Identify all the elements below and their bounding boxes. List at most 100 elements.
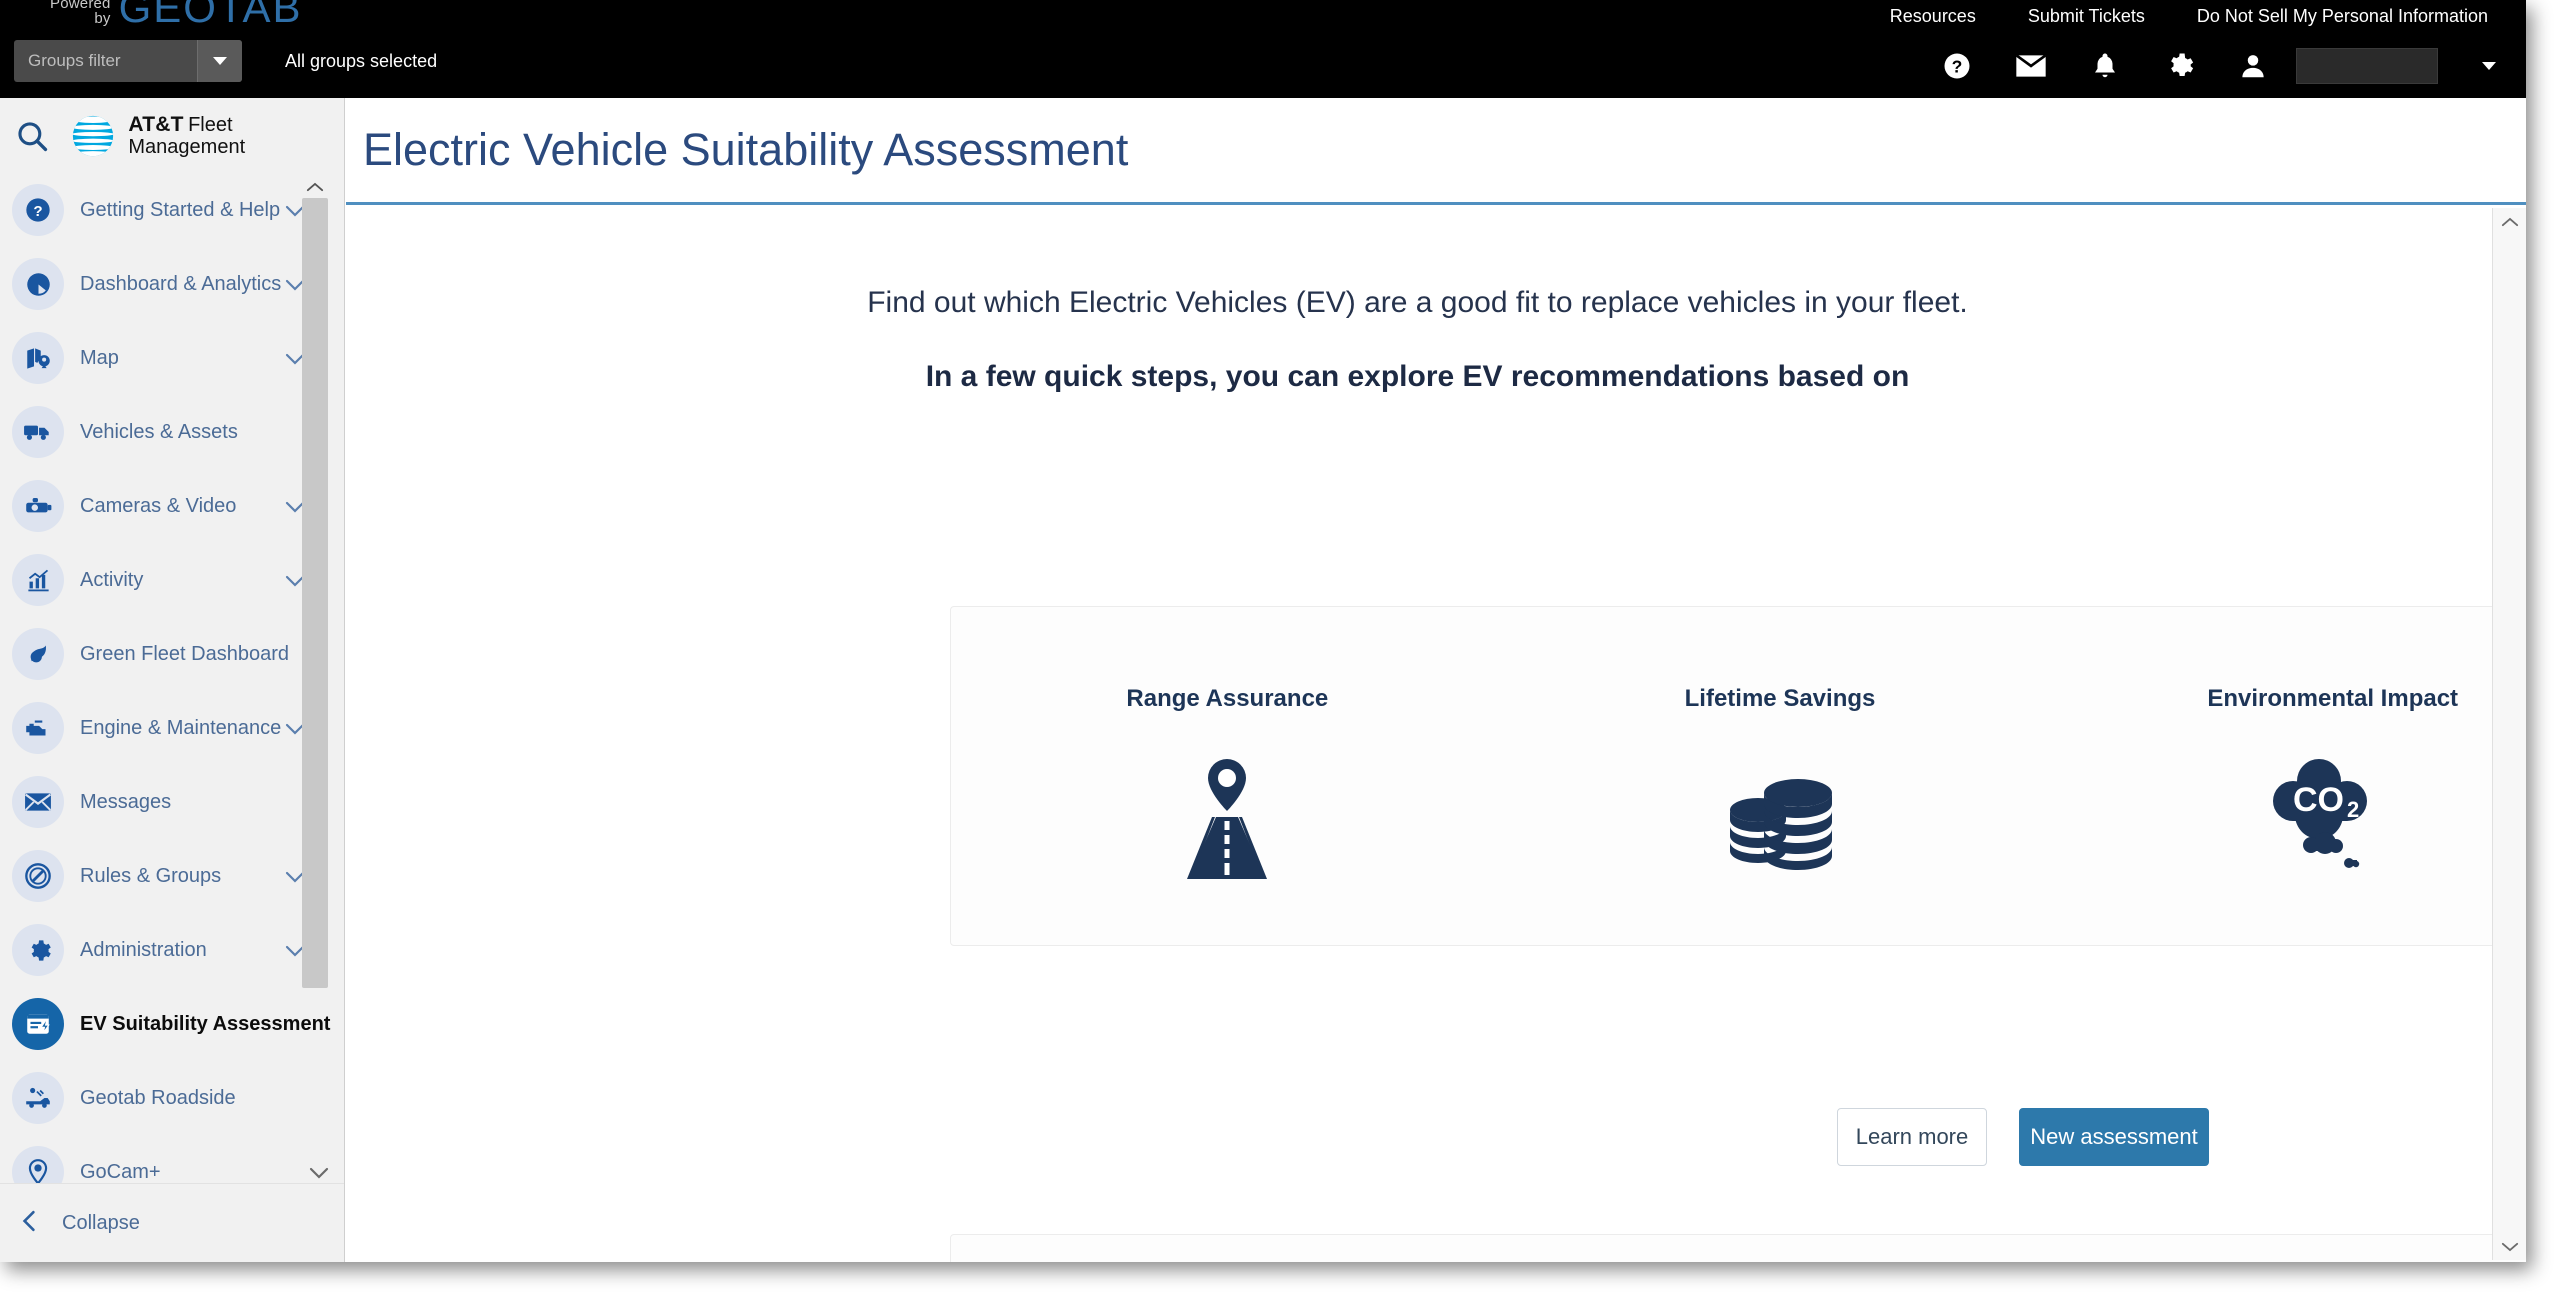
sidebar-item-label: Map (80, 346, 119, 369)
sidebar-item-label: Dashboard & Analytics (80, 272, 282, 295)
help-icon[interactable]: ? (1940, 49, 1974, 83)
sidebar-item-messages[interactable]: Messages (0, 765, 345, 839)
sidebar-item-map[interactable]: Map (0, 321, 345, 395)
co2-cloud-icon: CO 2 (2263, 753, 2403, 883)
main-scrollbar[interactable] (2492, 208, 2526, 1260)
feature-title: Lifetime Savings (1684, 685, 1876, 712)
sidebar-item-getting-started-help[interactable]: ? Getting Started & Help (0, 173, 345, 247)
att-globe-icon (70, 113, 116, 159)
truck-icon (12, 406, 64, 458)
svg-text:2: 2 (2347, 797, 2359, 822)
feature-title: Environmental Impact (2207, 685, 2459, 712)
att-brand: AT&T Fleet Management (70, 113, 344, 159)
sidebar-collapse-label: Collapse (62, 1211, 140, 1234)
feature-environmental-impact: Environmental Impact CO 2 (2056, 607, 2526, 945)
sidebar-item-administration[interactable]: Administration (0, 913, 345, 987)
new-assessment-button[interactable]: New assessment (2019, 1108, 2209, 1166)
sidebar-item-vehicles-assets[interactable]: Vehicles & Assets (0, 395, 345, 469)
mail-icon[interactable] (2014, 49, 2048, 83)
geotab-brand: Powered by GEOTAB (50, 0, 303, 32)
map-icon (12, 332, 64, 384)
groups-filter-dropdown-button[interactable] (198, 40, 242, 82)
sidebar-item-label: Green Fleet Dashboard (80, 642, 290, 665)
groups-filter-input[interactable]: Groups filter (14, 51, 197, 71)
user-name-field[interactable] (2296, 48, 2438, 84)
top-bar-icons: ? (1940, 44, 2496, 88)
svg-text:?: ? (33, 203, 42, 220)
road-pin-icon (1167, 753, 1287, 883)
svg-text:CO: CO (2293, 781, 2344, 819)
powered-by-text: Powered by (50, 0, 111, 32)
sidebar-header: AT&T Fleet Management (0, 98, 344, 173)
sidebar-item-label: Rules & Groups (80, 864, 222, 887)
top-links: Resources Submit Tickets Do Not Sell My … (1890, 2, 2488, 30)
dashcam-icon (12, 480, 64, 532)
engine-icon (12, 702, 64, 754)
sidebar-item-label: Engine & Maintenance (80, 716, 282, 739)
gocam-pin-icon (12, 1146, 64, 1183)
sidebar-item-dashboard-analytics[interactable]: Dashboard & Analytics (0, 247, 345, 321)
content-inner: Find out which Electric Vehicles (EV) ar… (346, 286, 2526, 1262)
sidebar-scrollbar[interactable] (302, 176, 328, 1176)
sidebar-scrollbar-track[interactable] (302, 198, 328, 1156)
user-menu-chevron-down-icon[interactable] (2482, 62, 2496, 70)
scroll-up-arrow-icon[interactable] (302, 176, 328, 198)
scroll-down-arrow-icon[interactable] (2493, 1232, 2526, 1260)
top-bar: Powered by GEOTAB Resources Submit Ticke… (0, 0, 2526, 98)
feature-lifetime-savings: Lifetime Savings (1504, 607, 2057, 945)
sidebar-item-label: Activity (80, 568, 144, 591)
roadside-icon (12, 1072, 64, 1124)
sidebar-item-gocam-plus[interactable]: GoCam+ (0, 1135, 345, 1183)
page-title-bar: Electric Vehicle Suitability Assessment (346, 98, 2526, 205)
sidebar-collapse-button[interactable]: Collapse (0, 1183, 344, 1262)
leaf-icon (12, 628, 64, 680)
sidebar-item-label: Vehicles & Assets (80, 420, 238, 443)
sidebar-item-label: Administration (80, 938, 207, 961)
sidebar-item-label: EV Suitability Assessment (80, 1012, 331, 1035)
resources-link[interactable]: Resources (1890, 6, 1976, 27)
sidebar-item-activity[interactable]: Activity (0, 543, 345, 617)
sidebar-item-rules-groups[interactable]: Rules & Groups (0, 839, 345, 913)
sidebar-item-label: GoCam+ (80, 1160, 161, 1183)
gear-icon[interactable] (2162, 49, 2196, 83)
sidebar-scrollbar-thumb[interactable] (302, 198, 328, 988)
ev-assessment-icon (12, 998, 64, 1050)
app-window: Powered by GEOTAB Resources Submit Ticke… (0, 0, 2526, 1262)
pie-chart-icon (12, 258, 64, 310)
user-icon[interactable] (2236, 49, 2270, 83)
feature-title: Range Assurance (1126, 685, 1329, 712)
action-buttons: Learn more New assessment (1837, 1108, 2209, 1166)
sidebar-item-ev-suitability-assessment[interactable]: EV Suitability Assessment (0, 987, 345, 1061)
main-content: Electric Vehicle Suitability Assessment … (346, 98, 2526, 1262)
att-label-line1: AT&T (128, 112, 184, 136)
by-word: by (94, 10, 111, 27)
scroll-up-arrow-icon[interactable] (2493, 208, 2526, 236)
page-title: Electric Vehicle Suitability Assessment (363, 124, 1129, 175)
groups-filter[interactable]: Groups filter (14, 40, 242, 82)
geotab-wordmark: GEOTAB (118, 0, 303, 31)
intro-subtext: In a few quick steps, you can explore EV… (925, 360, 1910, 393)
features-row: Range Assurance Lifetime Savings Environ… (951, 607, 2526, 945)
features-card: Range Assurance Lifetime Savings Environ… (950, 606, 2526, 946)
envelope-icon (12, 776, 64, 828)
learn-more-button[interactable]: Learn more (1837, 1108, 1987, 1166)
bell-icon[interactable] (2088, 49, 2122, 83)
sidebar-item-geotab-roadside[interactable]: Geotab Roadside (0, 1061, 345, 1135)
no-entry-icon (12, 850, 64, 902)
sidebar-item-engine-maintenance[interactable]: Engine & Maintenance (0, 691, 345, 765)
search-icon[interactable] (12, 115, 52, 157)
previous-assessments-card: Previous Assessments There are no previo… (950, 1234, 2526, 1262)
chevron-left-icon (22, 1210, 36, 1237)
submit-tickets-link[interactable]: Submit Tickets (2028, 6, 2145, 27)
coins-icon (1710, 753, 1850, 883)
sidebar-item-label: Cameras & Video (80, 494, 237, 517)
sidebar-item-green-fleet-dashboard[interactable]: Green Fleet Dashboard (0, 617, 345, 691)
sidebar-item-label: Geotab Roadside (80, 1086, 236, 1109)
content-scroll-area: Find out which Electric Vehicles (EV) ar… (346, 208, 2526, 1262)
intro-text: Find out which Electric Vehicles (EV) ar… (867, 286, 1968, 319)
do-not-sell-link[interactable]: Do Not Sell My Personal Information (2197, 6, 2488, 27)
svg-text:?: ? (1952, 56, 1963, 76)
sidebar-item-label: Messages (80, 790, 172, 813)
all-groups-selected-label: All groups selected (285, 51, 438, 71)
sidebar-item-cameras-video[interactable]: Cameras & Video (0, 469, 345, 543)
